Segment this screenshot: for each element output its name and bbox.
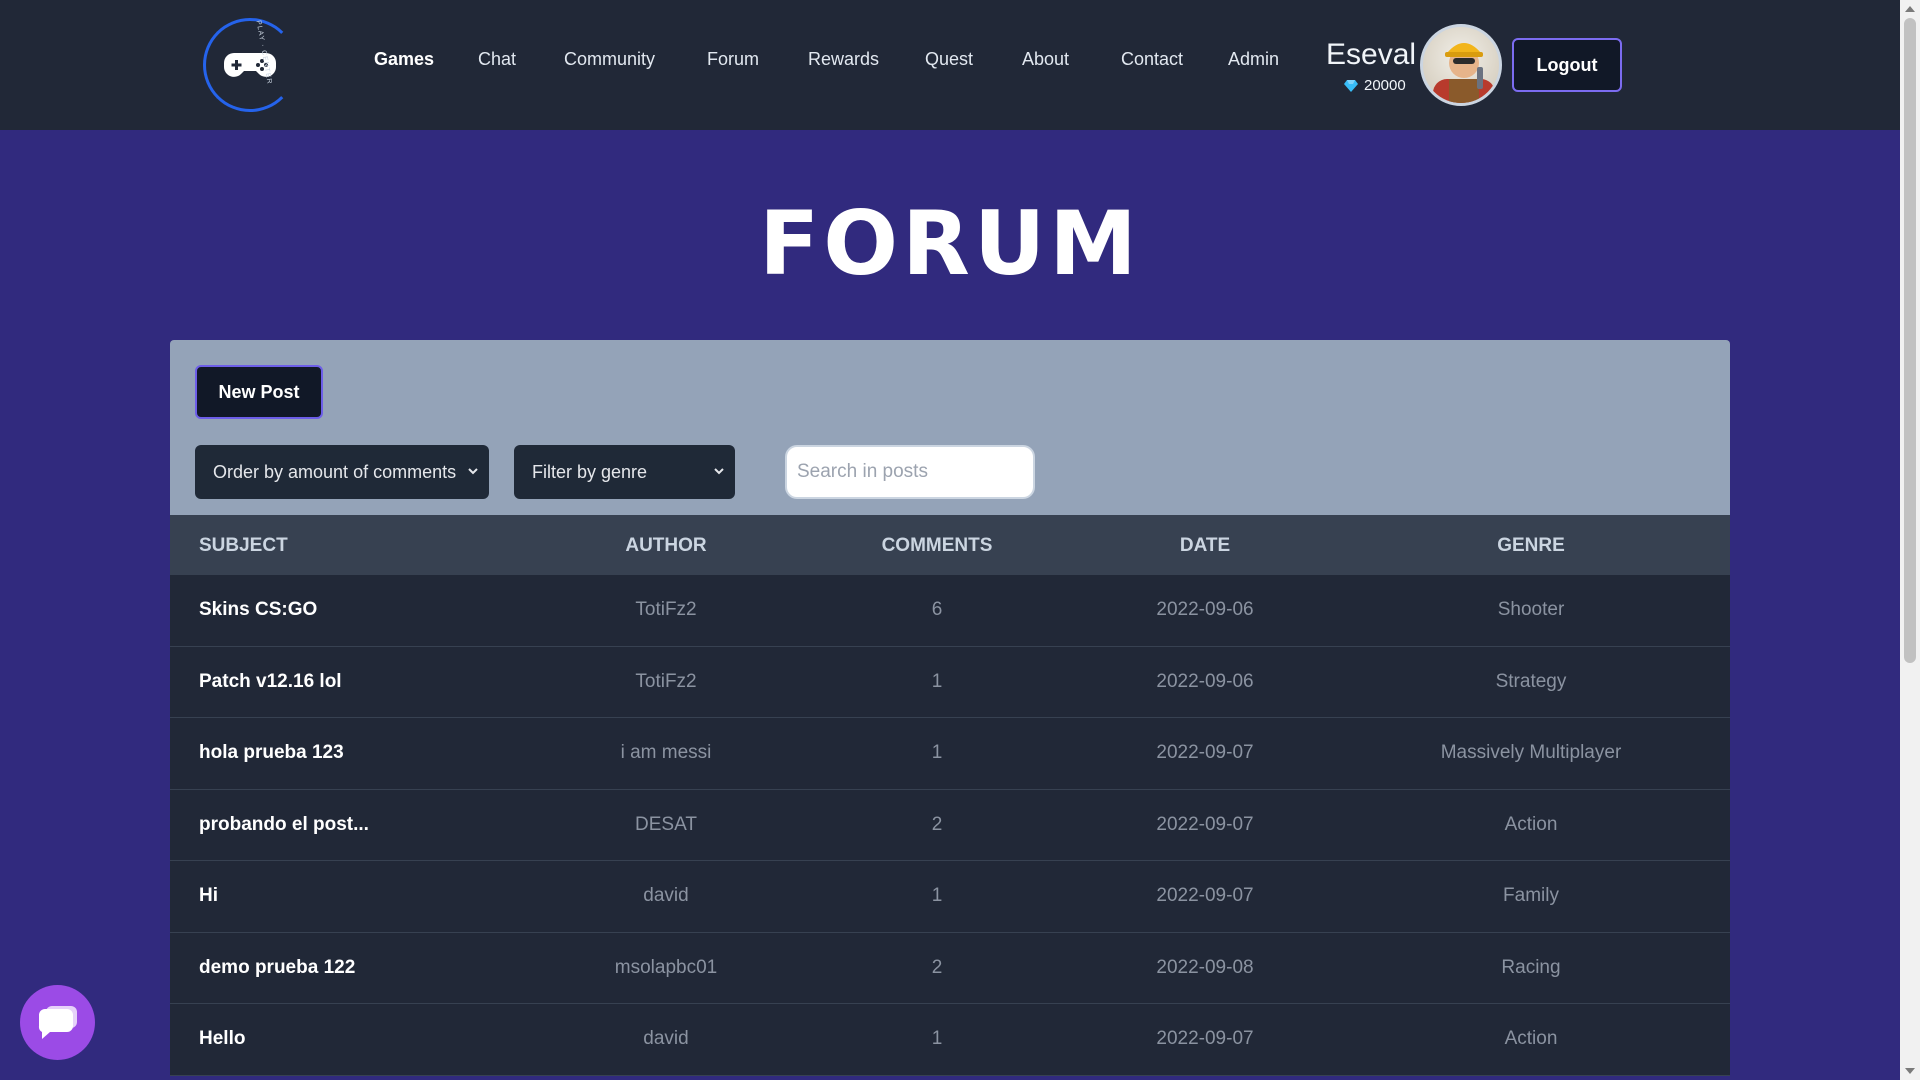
navbar: PLAY · CENTER Games Chat Community Forum…: [0, 0, 1900, 130]
forum-table: SUBJECT AUTHOR COMMENTS DATE GENRE Skins…: [170, 515, 1730, 1076]
nav-link-admin[interactable]: Admin: [1228, 49, 1279, 70]
cell-comments: 2: [931, 813, 943, 835]
order-select-value: Order by amount of comments: [213, 461, 457, 482]
cell-date: 2022-09-07: [1156, 813, 1254, 835]
search-input[interactable]: [785, 445, 1035, 499]
chevron-down-icon: [468, 468, 478, 475]
cell-comments: 6: [931, 599, 943, 620]
table-row[interactable]: probando el post... DESAT 2 2022-09-07 A…: [170, 789, 1730, 861]
cell-genre: Racing: [1501, 956, 1561, 978]
cell-author: DESAT: [635, 813, 697, 835]
nav-link-games[interactable]: Games: [374, 49, 434, 70]
cell-genre: Family: [1503, 885, 1559, 906]
nav-link-rewards[interactable]: Rewards: [808, 49, 879, 70]
cell-genre: Strategy: [1495, 670, 1567, 692]
avatar-image: [1433, 43, 1495, 103]
cell-comments: 1: [931, 1028, 943, 1049]
cell-date: 2022-09-07: [1156, 885, 1254, 906]
header-date[interactable]: DATE: [1105, 535, 1305, 557]
cell-subject[interactable]: hola prueba 123: [199, 742, 344, 764]
nav-link-community[interactable]: Community: [564, 49, 655, 70]
cell-date: 2022-09-08: [1156, 956, 1254, 978]
cell-comments: 1: [931, 670, 943, 692]
table-row[interactable]: Patch v12.16 lol TotiFz2 1 2022-09-06 St…: [170, 646, 1730, 718]
cell-genre: Action: [1504, 1028, 1558, 1049]
user-gems: 20000: [1344, 77, 1406, 94]
cell-author: TotiFz2: [635, 670, 697, 692]
cell-genre: Action: [1504, 813, 1558, 835]
cell-subject[interactable]: Hello: [199, 1028, 245, 1050]
cell-subject[interactable]: probando el post...: [199, 814, 369, 836]
cell-date: 2022-09-06: [1156, 670, 1254, 692]
table-header: SUBJECT AUTHOR COMMENTS DATE GENRE: [170, 515, 1730, 575]
header-author[interactable]: AUTHOR: [496, 535, 836, 557]
nav-link-chat[interactable]: Chat: [478, 49, 516, 70]
header-genre[interactable]: GENRE: [1361, 535, 1701, 557]
cell-subject[interactable]: Hi: [199, 885, 218, 907]
cell-author: david: [643, 885, 689, 906]
table-row[interactable]: demo prueba 122 msolapbc01 2 2022-09-08 …: [170, 932, 1730, 1004]
avatar[interactable]: [1420, 24, 1502, 106]
cell-comments: 1: [931, 742, 943, 763]
table-row[interactable]: Skins CS:GO TotiFz2 6 2022-09-06 Shooter: [170, 575, 1730, 647]
logo[interactable]: PLAY · CENTER: [203, 18, 297, 112]
nav-link-about[interactable]: About: [1022, 49, 1069, 70]
gem-count: 20000: [1364, 77, 1406, 94]
cell-subject[interactable]: Patch v12.16 lol: [199, 671, 342, 693]
cell-author: TotiFz2: [635, 599, 697, 620]
cell-author: msolapbc01: [614, 956, 718, 978]
header-comments[interactable]: COMMENTS: [837, 535, 1037, 557]
cell-author: david: [643, 1028, 689, 1049]
genre-select-value: Filter by genre: [532, 461, 648, 482]
scroll-up-arrow-icon[interactable]: [1905, 6, 1915, 12]
cell-author: i am messi: [620, 742, 712, 763]
scroll-down-arrow-icon[interactable]: [1905, 1068, 1915, 1074]
cell-date: 2022-09-06: [1156, 599, 1254, 620]
cell-date: 2022-09-07: [1156, 1028, 1254, 1049]
page-title: FORUM: [759, 192, 1141, 295]
table-row[interactable]: Hi david 1 2022-09-07 Family: [170, 861, 1730, 933]
cell-genre: Shooter: [1497, 599, 1565, 620]
nav-link-quest[interactable]: Quest: [925, 49, 973, 70]
cell-date: 2022-09-07: [1156, 742, 1254, 763]
cell-comments: 2: [931, 956, 943, 978]
header-subject[interactable]: SUBJECT: [199, 535, 288, 557]
order-select[interactable]: Order by amount of comments: [195, 445, 489, 499]
table-row[interactable]: hola prueba 123 i am messi 1 2022-09-07 …: [170, 718, 1730, 790]
table-row[interactable]: Hello david 1 2022-09-07 Action: [170, 1004, 1730, 1076]
nav-link-contact[interactable]: Contact: [1121, 49, 1183, 70]
scroll-thumb[interactable]: [1904, 18, 1916, 663]
chat-bubble-icon: [38, 1005, 77, 1039]
scrollbar[interactable]: [1900, 0, 1920, 1080]
chat-button[interactable]: [20, 985, 95, 1060]
forum-controls: New Post Order by amount of comments Fil…: [170, 340, 1730, 515]
forum-panel: New Post Order by amount of comments Fil…: [170, 340, 1730, 1080]
cell-comments: 1: [931, 885, 943, 906]
cell-subject[interactable]: Skins CS:GO: [199, 599, 317, 621]
diamond-icon: [1344, 79, 1358, 92]
cell-genre: Massively Multiplayer: [1440, 742, 1622, 763]
new-post-button[interactable]: New Post: [195, 365, 323, 419]
genre-select[interactable]: Filter by genre: [514, 445, 735, 499]
chevron-down-icon: [714, 468, 724, 475]
user-name: Eseval: [1326, 38, 1417, 71]
nav-link-forum[interactable]: Forum: [707, 49, 759, 70]
cell-subject[interactable]: demo prueba 122: [199, 957, 355, 979]
logout-button[interactable]: Logout: [1512, 38, 1622, 92]
